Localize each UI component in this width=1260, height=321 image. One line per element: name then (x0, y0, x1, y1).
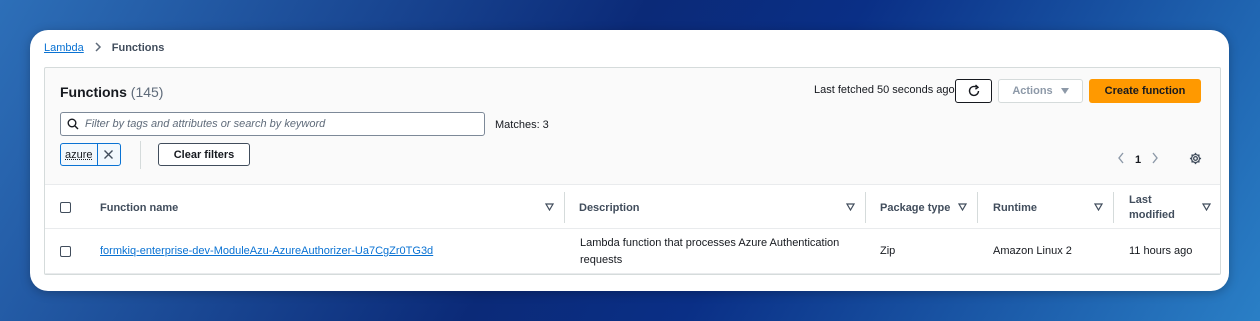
function-count: (145) (130, 84, 164, 100)
breadcrumb-lambda-link[interactable]: Lambda (44, 42, 84, 54)
preferences-button[interactable] (1189, 152, 1202, 170)
column-label: Package type (880, 201, 951, 214)
search-input[interactable] (85, 118, 475, 130)
description-cell: Lambda function that processes Azure Aut… (580, 236, 840, 266)
clear-filters-button[interactable]: Clear filters (158, 143, 250, 166)
last-modified-cell: 11 hours ago (1129, 245, 1193, 257)
column-label: Runtime (993, 201, 1037, 214)
caret-down-icon (1060, 88, 1069, 94)
functions-panel: Functions (145) Last fetched 50 seconds … (44, 67, 1221, 275)
table-row: formkiq-enterprise-dev-ModuleAzu-AzureAu… (45, 229, 1220, 274)
table-body: formkiq-enterprise-dev-ModuleAzu-AzureAu… (45, 229, 1220, 274)
function-name-cell: formkiq-enterprise-dev-ModuleAzu-AzureAu… (100, 229, 433, 274)
gear-icon (1189, 152, 1202, 165)
card: Lambda Functions Functions (145) Last fe… (30, 30, 1229, 291)
select-all-checkbox[interactable] (60, 202, 71, 213)
chevron-right-icon (94, 41, 102, 55)
select-all-checkbox-cell (60, 185, 71, 230)
close-icon (104, 150, 114, 159)
refresh-icon (968, 84, 979, 97)
pagination: 1 (1117, 152, 1159, 167)
column-divider[interactable] (977, 192, 978, 223)
create-function-button[interactable]: Create function (1089, 79, 1201, 103)
search-icon (67, 118, 79, 130)
chevron-left-icon (1118, 152, 1124, 164)
row-checkbox-cell (60, 229, 71, 274)
row-checkbox[interactable] (60, 246, 71, 257)
column-header-package-type[interactable]: Package type (880, 185, 977, 230)
function-name-link[interactable]: formkiq-enterprise-dev-ModuleAzu-AzureAu… (100, 243, 433, 260)
table-header: Function name Description Package type R… (45, 184, 1220, 230)
runtime-cell: Amazon Linux 2 (993, 245, 1072, 257)
sort-icon (545, 203, 554, 211)
matches-count: Matches: 3 (495, 119, 549, 131)
sort-icon (1094, 203, 1103, 211)
page-number-current[interactable]: 1 (1135, 154, 1141, 166)
breadcrumb: Lambda Functions (44, 41, 164, 55)
sort-icon (846, 203, 855, 211)
sort-icon (1202, 203, 1211, 211)
package-type-cell: Zip (880, 245, 896, 257)
last-fetched-text: Last fetched 50 seconds ago (814, 84, 955, 96)
refresh-button[interactable] (955, 79, 992, 103)
title-text: Functions (60, 84, 127, 100)
actions-label: Actions (1012, 85, 1053, 97)
functions-table: Function name Description Package type R… (45, 184, 1220, 274)
page-title: Functions (145) (60, 84, 163, 100)
filter-token-label[interactable]: azure (61, 144, 98, 165)
column-label: Function name (100, 201, 179, 214)
filter-token-dismiss[interactable] (98, 144, 120, 165)
filter-divider (140, 141, 141, 169)
search-box[interactable] (60, 112, 485, 136)
filter-token: azure (60, 143, 121, 166)
breadcrumb-current: Functions (111, 42, 165, 54)
column-header-description[interactable]: Description (579, 185, 865, 230)
actions-button[interactable]: Actions (998, 79, 1083, 103)
column-divider[interactable] (865, 192, 866, 223)
next-page-button[interactable] (1151, 152, 1159, 167)
column-label: Description (579, 201, 640, 214)
column-header-last-modified[interactable]: Last modified (1129, 185, 1220, 230)
column-divider[interactable] (564, 192, 565, 223)
column-header-runtime[interactable]: Runtime (993, 185, 1113, 230)
chevron-right-icon (1152, 152, 1159, 164)
column-divider[interactable] (1113, 192, 1114, 223)
sort-icon (958, 203, 967, 211)
column-label: Last modified (1129, 193, 1175, 221)
previous-page-button[interactable] (1117, 152, 1125, 167)
column-header-function-name[interactable]: Function name (100, 185, 564, 230)
